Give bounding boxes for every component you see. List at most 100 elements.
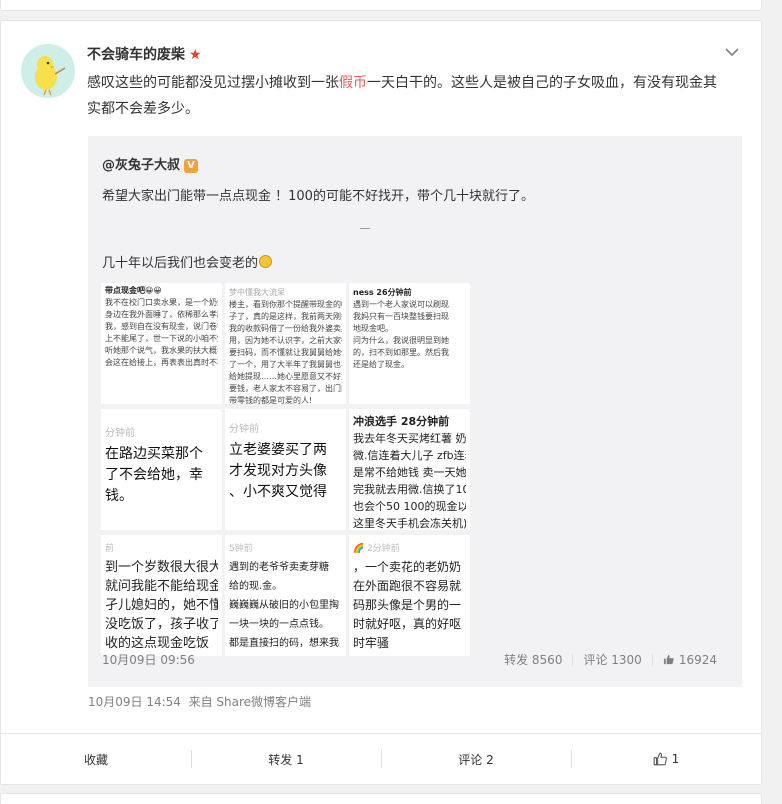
image-line: ness 26分钟前 xyxy=(353,288,412,297)
image-line: 5钟前 xyxy=(229,544,253,554)
favorite-label: 收藏 xyxy=(83,752,108,767)
repost-label: 转发 1 xyxy=(268,752,304,767)
image-thumbnail[interactable]: 梦中懂我大流呆 楼主，看到你那个提醒带现金的帖 子了，真的是这样，我前两天刚把 … xyxy=(225,283,346,404)
repost-button[interactable]: 转发 1 xyxy=(191,734,381,784)
image-line: 还是给了现金。 xyxy=(353,360,409,369)
divider xyxy=(651,653,653,666)
post-meta: 10月09日 14:54 来自 Share微博客户端 xyxy=(88,693,311,710)
image-line: 上不能尾了，世一下说的小咱不知这样以现 xyxy=(105,334,218,343)
image-line: 孑儿媳妇的，她不懂这 xyxy=(105,598,218,613)
image-thumbnail[interactable]: 带点现金吧😀😀 我不在校门口卖水果，是一个奶奶，孩子在 身边在我外面睡了，依稀那… xyxy=(101,283,222,404)
image-line: 遇到的老爷爷卖麦芽糖 xyxy=(229,562,329,573)
image-text: 前 到一个岁数很大很大的 就问我能不能给现金 孑儿媳妇的，她不懂这 没吃饭了，孩… xyxy=(105,541,218,653)
image-line: 到一个岁数很大很大的 xyxy=(105,560,218,575)
image-line: 时牢骚 xyxy=(353,636,390,650)
image-line: 了一个，用了大半年了我舅舅也不 xyxy=(229,360,342,369)
divider xyxy=(572,653,574,666)
image-line: 在外面跑很不容易就 xyxy=(353,579,462,593)
author-name[interactable]: 不会骑车的废柴 xyxy=(87,47,185,63)
image-thumbnail[interactable]: 🌈 2分钟前 ，一个卖花的老奶奶 在外面跑很不容易就 码那头像是个男的一 时就好… xyxy=(349,535,470,656)
image-line: 遇到一个老人家说可以刷现 xyxy=(353,300,449,309)
image-line: 钱。 xyxy=(105,488,133,504)
image-thumbnail[interactable]: ness 26分钟前 遇到一个老人家说可以刷现 我妈只有一百块整钱要扫现 地现金… xyxy=(349,283,470,404)
comment-label: 评论 2 xyxy=(458,752,494,767)
action-bar: 收藏 转发 1 评论 2 1 xyxy=(1,733,761,784)
image-line: ，一个卖花的老奶奶 xyxy=(353,560,462,574)
quoted-text-2-body: 几十年以后我们也会变老的 xyxy=(102,256,259,271)
image-line: 是常不给她钱 卖一天她也 xyxy=(353,466,466,479)
image-text: 冲浪选手 28分钟前 我去年冬天买烤红薯 奶 微.信连着大儿子 zfb连着 是常… xyxy=(353,413,466,530)
image-thumbnail[interactable]: 冲浪选手 28分钟前 我去年冬天买烤红薯 奶 微.信连着大儿子 zfb连着 是常… xyxy=(349,409,470,530)
quoted-repost-link[interactable]: 转发 8560 xyxy=(504,651,562,668)
image-text: 分钟前 立老婆婆买了两 才发现对方头像 、小不爽又觉得 xyxy=(229,419,342,503)
image-line: 我不在校门口卖水果，是一个奶奶，孩子在 xyxy=(105,298,218,307)
image-grid: 带点现金吧😀😀 我不在校门口卖水果，是一个奶奶，孩子在 身边在我外面睡了，依稀那… xyxy=(101,283,473,656)
image-line: 要钱，老人家太不容易了，出门能 xyxy=(229,384,342,393)
image-line: 也会个50 100的现金以 xyxy=(353,500,466,513)
image-line: 我去年冬天买烤红薯 奶 xyxy=(353,432,466,445)
quoted-time[interactable]: 10月09日 09:56 xyxy=(102,651,195,668)
image-thumbnail[interactable]: 分钟前 立老婆婆买了两 才发现对方头像 、小不爽又觉得 xyxy=(225,409,346,530)
post-source: 来自 Share微博客户端 xyxy=(188,695,312,709)
image-line: 身边在我外面睡了，依稀那么孝顺的可爱 xyxy=(105,310,218,319)
image-line: 分钟前 xyxy=(229,424,259,435)
image-line: 我妈只有一百块整钱要扫现 xyxy=(353,312,449,321)
thumbs-up-icon xyxy=(653,752,667,766)
weibo-post-card: 不会骑车的废柴 ★ 感叹这些的可能都没见过摆小摊收到一张假币一天白干的。这些人是被… xyxy=(0,20,762,785)
image-line: 🌈 2分钟前 xyxy=(353,544,400,554)
image-line: 冲浪选手 28分钟前 xyxy=(353,415,450,428)
thumbs-up-icon xyxy=(663,654,674,664)
image-line: 的，扫不到如那里。然后我 xyxy=(353,348,449,357)
next-card-edge xyxy=(0,793,762,804)
image-line: 这里冬天手机会冻关机) xyxy=(353,517,466,530)
like-count: 1 xyxy=(671,752,680,766)
post-text-part: 感叹这些的可能都没见过摆小摊收到一张 xyxy=(87,75,339,91)
comment-button[interactable]: 评论 2 xyxy=(381,734,571,784)
quoted-text: 希望大家出门能带一点点现金 ！100的可能不好找开，带个几十块就行了。 xyxy=(102,189,534,204)
image-text: 5钟前 遇到的老爷爷卖麦芽糖 给的现.金。 巍巍巍从破旧的小包里掏 一块一块的一… xyxy=(229,541,342,653)
image-line: 会这在给接上，再表表出真时不容易子 xyxy=(105,358,218,367)
image-line: 没吃饭了，孩子收了钱 xyxy=(105,617,218,632)
quoted-author-name[interactable]: @灰兔子大叔 xyxy=(102,158,180,173)
image-line: 梦中懂我大流呆 xyxy=(229,288,285,297)
smile-emoji-icon xyxy=(259,255,273,268)
favorite-button[interactable]: 收藏 xyxy=(1,734,191,784)
image-text: 🌈 2分钟前 ，一个卖花的老奶奶 在外面跑很不容易就 码那头像是个男的一 时就好… xyxy=(353,541,466,653)
star-icon: ★ xyxy=(189,47,202,63)
like-button[interactable]: 1 xyxy=(571,734,761,784)
post-text: 感叹这些的可能都没见过摆小摊收到一张假币一天白干的。这些人是被自己的子女吸血，有… xyxy=(87,70,727,122)
post-author[interactable]: 不会骑车的废柴 ★ xyxy=(87,44,202,64)
image-line: 、小不爽又觉得 xyxy=(229,484,327,500)
image-line: 地现金吧。 xyxy=(353,324,393,333)
image-line: 带点现金吧😀😀 xyxy=(105,286,162,295)
image-text: 带点现金吧😀😀 我不在校门口卖水果，是一个奶奶，孩子在 身边在我外面睡了，依稀那… xyxy=(105,285,218,369)
image-line: 时就好呕，真的好呕 xyxy=(353,617,462,631)
image-line: 前 xyxy=(105,544,115,554)
highlight-link[interactable]: 假币 xyxy=(339,75,367,91)
image-text: 梦中懂我大流呆 楼主，看到你那个提醒带现金的帖 子了，真的是这样，我前两天刚把 … xyxy=(229,287,342,404)
image-line: 我，感到自在没有现金，说门卷钱没着多 xyxy=(105,322,218,331)
image-thumbnail[interactable]: 5钟前 遇到的老爷爷卖麦芽糖 给的现.金。 巍巍巍从破旧的小包里掏 一块一块的一… xyxy=(225,535,346,656)
image-line: 听她那个说气，我水果的扶大概年见子也不 xyxy=(105,346,218,355)
image-thumbnail[interactable]: 分钟前 在路边买菜那个 了不会给她，幸 钱。 xyxy=(101,409,222,530)
avatar[interactable] xyxy=(21,44,75,98)
image-line: 问为什么，我说很明显到她 xyxy=(353,336,449,345)
post-time[interactable]: 10月09日 14:54 xyxy=(88,695,181,709)
previous-card-edge xyxy=(0,0,762,11)
image-line: 微.信连着大儿子 zfb连着 xyxy=(353,449,466,462)
quoted-author[interactable]: @灰兔子大叔 V xyxy=(102,154,199,173)
divider xyxy=(360,228,370,229)
vip-badge-icon: V xyxy=(184,159,199,173)
quoted-like-link[interactable]: 16924 xyxy=(663,653,717,667)
image-line: 就问我能不能给现金 xyxy=(105,579,218,594)
image-line: 立老婆婆买了两 xyxy=(229,442,327,458)
image-text: 分钟前 在路边买菜那个 了不会给她，幸 钱。 xyxy=(105,423,218,507)
image-line: 巍巍巍从破旧的小包里掏 xyxy=(229,600,339,611)
image-thumbnail[interactable]: 前 到一个岁数很大很大的 就问我能不能给现金 孑儿媳妇的，她不懂这 没吃饭了，孩… xyxy=(101,535,222,656)
image-line: 在路边买菜那个 xyxy=(105,446,203,462)
image-line: 我的收款码借了一份给我外婆卖菜 xyxy=(229,324,342,333)
quoted-comment-link[interactable]: 评论 1300 xyxy=(583,651,641,668)
image-line: 完我就去用微.信换了10 xyxy=(353,483,466,496)
image-line: 带零钱的都是可爱的人! xyxy=(229,396,313,404)
chevron-down-icon[interactable] xyxy=(723,43,741,61)
